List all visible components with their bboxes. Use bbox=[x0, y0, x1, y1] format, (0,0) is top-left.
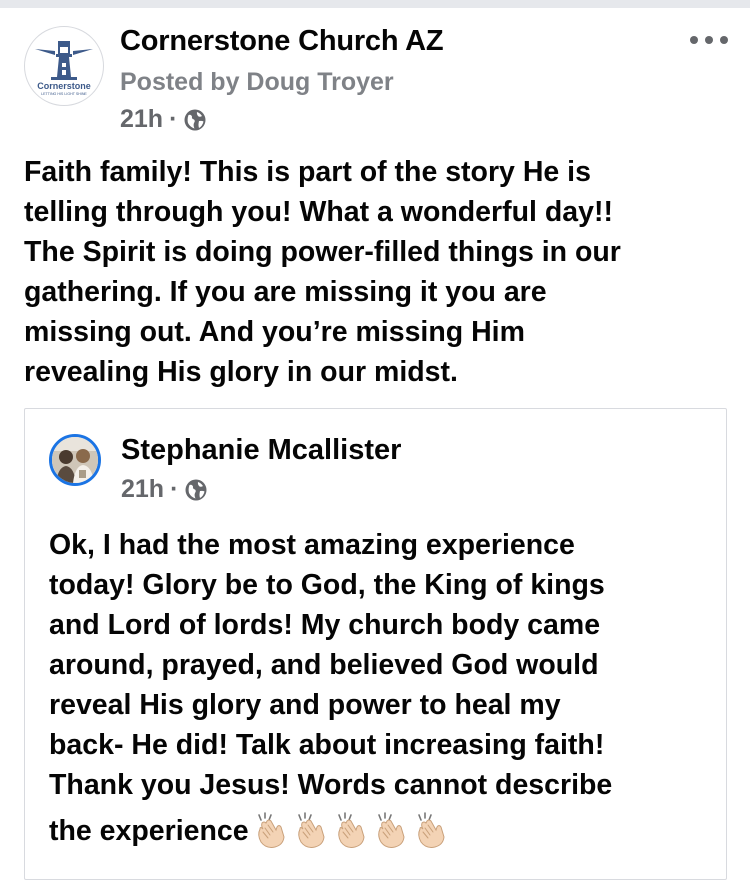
post-body-line: Faith family! This is part of the story … bbox=[24, 156, 591, 188]
posted-by-label[interactable]: Posted by Doug Troyer bbox=[120, 68, 394, 97]
post-body-line: revealing His glory in our midst. bbox=[24, 356, 458, 388]
clapping-hands-icon bbox=[417, 812, 445, 848]
shared-body-line: the experience bbox=[49, 815, 249, 847]
shared-body-last-line: the experience bbox=[49, 811, 709, 851]
page-name[interactable]: Cornerstone Church AZ bbox=[120, 25, 444, 58]
logo-wordmark: Cornerstone bbox=[37, 81, 91, 91]
shared-body-line: and Lord of lords! My church body came bbox=[49, 609, 601, 641]
post-body-line: telling through you! What a wonderful da… bbox=[24, 196, 613, 228]
clapping-hands-icon bbox=[297, 812, 325, 848]
shared-body-line: Thank you Jesus! Words cannot describe bbox=[49, 769, 613, 801]
post-body-line: The Spirit is doing power-filled things … bbox=[24, 236, 621, 268]
post-timestamp[interactable]: 21h bbox=[120, 105, 163, 134]
more-options-button[interactable] bbox=[690, 34, 728, 46]
logo-tagline: LETTING HIS LIGHT SHINE bbox=[41, 92, 87, 96]
author-photo-icon bbox=[52, 437, 98, 483]
shared-post-body: Ok, I had the most amazing experience to… bbox=[49, 525, 709, 851]
page-avatar[interactable]: Cornerstone LETTING HIS LIGHT SHINE bbox=[24, 26, 104, 106]
globe-icon[interactable] bbox=[184, 478, 208, 502]
shared-body-line: reveal His glory and power to heal my bbox=[49, 689, 561, 721]
shared-body-line: Ok, I had the most amazing experience bbox=[49, 529, 575, 561]
post-body-line: missing out. And you’re missing Him bbox=[24, 316, 525, 348]
more-dot bbox=[720, 36, 728, 44]
more-dot bbox=[705, 36, 713, 44]
meta-separator: · bbox=[169, 105, 178, 133]
shared-post-meta: 21h · bbox=[121, 475, 208, 504]
clapping-hands-icon bbox=[337, 812, 365, 848]
shared-body-line: back- He did! Talk about increasing fait… bbox=[49, 729, 605, 761]
more-dot bbox=[690, 36, 698, 44]
post-meta: 21h · bbox=[120, 105, 207, 134]
top-divider bbox=[0, 0, 750, 8]
clapping-hands-icon bbox=[257, 812, 285, 848]
clapping-hands-icon bbox=[377, 812, 405, 848]
author-avatar[interactable] bbox=[49, 434, 101, 486]
meta-separator: · bbox=[170, 475, 179, 503]
lighthouse-logo-icon: Cornerstone LETTING HIS LIGHT SHINE bbox=[35, 41, 93, 96]
shared-body-line: around, prayed, and believed God would bbox=[49, 649, 599, 681]
shared-post-card[interactable]: Stephanie Mcallister 21h · Ok, I had the… bbox=[24, 408, 727, 880]
globe-icon[interactable] bbox=[183, 108, 207, 132]
post-body: Faith family! This is part of the story … bbox=[24, 152, 724, 392]
emoji-group bbox=[251, 811, 451, 851]
feed-post: Cornerstone LETTING HIS LIGHT SHINE Corn… bbox=[0, 8, 750, 889]
post-body-line: gathering. If you are missing it you are bbox=[24, 276, 547, 308]
shared-author-name[interactable]: Stephanie Mcallister bbox=[121, 434, 401, 467]
shared-post-timestamp[interactable]: 21h bbox=[121, 475, 164, 504]
shared-body-line: today! Glory be to God, the King of king… bbox=[49, 569, 605, 601]
